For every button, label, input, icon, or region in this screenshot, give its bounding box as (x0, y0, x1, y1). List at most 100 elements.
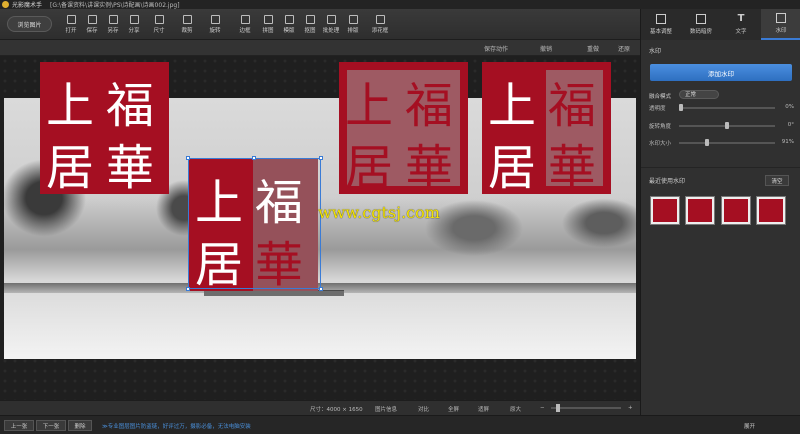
zoom-in-button[interactable]: + (628, 405, 633, 411)
share-tool[interactable]: 分享 (123, 15, 145, 37)
divider (641, 167, 800, 168)
tab-digital-darkroom[interactable]: 数码暗房 (681, 9, 721, 40)
seal-char-fu: 福 (405, 78, 453, 134)
cutout-tool[interactable]: 抠图 (299, 15, 321, 37)
size-slider[interactable] (679, 142, 775, 144)
camera-icon (696, 14, 706, 24)
original-size-button[interactable]: 原大 (510, 405, 521, 413)
template-tool[interactable]: 模版 (278, 15, 300, 37)
fullscreen-button[interactable]: 全屏 (448, 405, 459, 413)
rotate-row: 旋转角度 0° (649, 122, 794, 130)
opacity-slider[interactable] (679, 107, 775, 109)
site-watermark-text: www.cgtsj.com (318, 203, 440, 222)
rotate-tool[interactable]: 旋转 (204, 15, 226, 37)
frame-icon (375, 15, 385, 24)
seal-watermark-1[interactable]: 福 華 上 居 (40, 62, 169, 194)
clear-button[interactable]: 清空 (765, 175, 789, 186)
seal-char-shang: 上 (488, 78, 536, 134)
save-tool[interactable]: 保存 (81, 15, 103, 37)
recent-watermarks-title: 最近使用水印 (649, 178, 686, 185)
folder-icon (66, 15, 76, 24)
recent-watermark-1[interactable] (650, 196, 680, 225)
rotate-icon (210, 15, 220, 24)
prev-image-button[interactable]: 上一张 (4, 420, 34, 431)
seal-char-hua: 華 (548, 140, 596, 194)
size-row: 水印大小 91% (649, 139, 794, 147)
blend-mode-label: 融合模式 (649, 94, 672, 100)
seal-char-hua: 華 (106, 140, 154, 194)
save-as-tool[interactable]: 另存 (102, 15, 124, 37)
seal-watermark-3[interactable]: 福 華 上 居 (339, 62, 468, 194)
add-watermark-button[interactable]: 添加水印 (650, 64, 792, 81)
seal-char-shang: 上 (345, 78, 393, 134)
recent-watermark-2[interactable] (685, 196, 715, 225)
seal-char-hua: 華 (405, 140, 453, 194)
fit-screen-button[interactable]: 适屏 (478, 405, 489, 413)
save-as-icon (108, 15, 118, 24)
zoom-out-button[interactable]: − (540, 405, 545, 411)
collage-tool[interactable]: 拼图 (257, 15, 279, 37)
batch-tool[interactable]: 批处理 (320, 15, 342, 37)
file-path: [G:\备课资料\讲课实例\PS\诗配画\诗画002.jpg] (50, 2, 180, 9)
tab-text[interactable]: T 文字 (721, 9, 761, 40)
image-info-button[interactable]: 图片信息 (375, 405, 397, 413)
crop-tool[interactable]: 裁剪 (176, 15, 198, 37)
seal-char-ju: 居 (195, 237, 243, 291)
seal-watermark-4[interactable]: 福 華 上 居 (482, 62, 611, 194)
bottom-bar: 上一张 下一张 删除 ≫专业图层图片防盗链，好评过万，摄影必备，无法电脑安装 展… (0, 415, 800, 434)
seal-char-fu: 福 (106, 78, 154, 134)
layout-tool[interactable]: 排版 (342, 15, 364, 37)
expand-button[interactable]: 展开 (744, 422, 755, 430)
recent-watermark-3[interactable] (721, 196, 751, 225)
border-icon (240, 15, 250, 24)
cutout-icon (305, 15, 315, 24)
seal-char-shang: 上 (46, 78, 94, 134)
redo-button[interactable]: 重做 (587, 44, 599, 53)
save-action-button[interactable]: 保存动作 (484, 44, 508, 53)
image-size: 尺寸：4000 × 1650 (310, 407, 363, 413)
seal-char-ju: 居 (46, 140, 94, 194)
delete-button[interactable]: 删除 (68, 420, 92, 431)
watermark-icon (776, 13, 786, 23)
title-bar: 光影魔术手 [G:\备课资料\讲课实例\PS\诗配画\诗画002.jpg] (0, 0, 800, 9)
browse-images-button[interactable]: 浏览图片 (7, 16, 52, 32)
zoom-slider-thumb[interactable] (556, 404, 560, 412)
action-bar: 保存动作 撤销 重做 还原 (0, 40, 640, 56)
compare-button[interactable]: 对比 (418, 405, 429, 413)
promo-link[interactable]: ≫专业图层图片防盗链，好评过万，摄影必备，无法电脑安装 (102, 422, 251, 430)
tab-basic-adjust[interactable]: 基本调整 (641, 9, 681, 40)
crop-icon (182, 15, 192, 24)
open-tool[interactable]: 打开 (60, 15, 82, 37)
seal-char-ju: 居 (488, 140, 536, 194)
next-image-button[interactable]: 下一张 (36, 420, 66, 431)
opacity-row: 透明度 0% (649, 104, 794, 112)
seal-char-fu: 福 (255, 175, 303, 231)
opacity-slider-thumb[interactable] (679, 104, 683, 111)
share-icon (129, 15, 139, 24)
seal-char-hua: 華 (255, 237, 303, 291)
blend-mode-select[interactable]: 正常 (679, 90, 719, 99)
border-tool[interactable]: 边框 (234, 15, 256, 37)
app-logo-icon (2, 1, 9, 8)
main-toolbar: 浏览图片 打开 保存 另存 分享 尺寸 裁剪 旋转 边框 拼图 模版 抠图 批处… (0, 9, 640, 40)
seal-watermark-2[interactable]: 福 華 上 居 (189, 159, 318, 291)
collage-icon (263, 15, 273, 24)
tab-watermark[interactable]: 水印 (761, 9, 800, 40)
seal-char-fu: 福 (548, 78, 596, 134)
resize-tool[interactable]: 尺寸 (148, 15, 170, 37)
undo-button[interactable]: 撤销 (540, 44, 552, 53)
seal-char-ju: 居 (345, 140, 393, 194)
restore-button[interactable]: 还原 (618, 44, 630, 53)
app-name: 光影魔术手 (12, 2, 43, 9)
rotate-slider-thumb[interactable] (725, 122, 729, 129)
batch-icon (326, 15, 336, 24)
sliders-icon (656, 14, 666, 24)
size-slider-thumb[interactable] (705, 139, 709, 146)
recent-watermark-4[interactable] (756, 196, 786, 225)
resize-icon (154, 15, 164, 24)
zoom-slider[interactable] (551, 407, 621, 409)
panel-tabs: 基本调整 数码暗房 T 文字 水印 (641, 9, 800, 40)
text-icon: T (737, 13, 745, 24)
add-frame-tool[interactable]: 添花框 (369, 15, 391, 37)
save-icon (87, 15, 97, 24)
